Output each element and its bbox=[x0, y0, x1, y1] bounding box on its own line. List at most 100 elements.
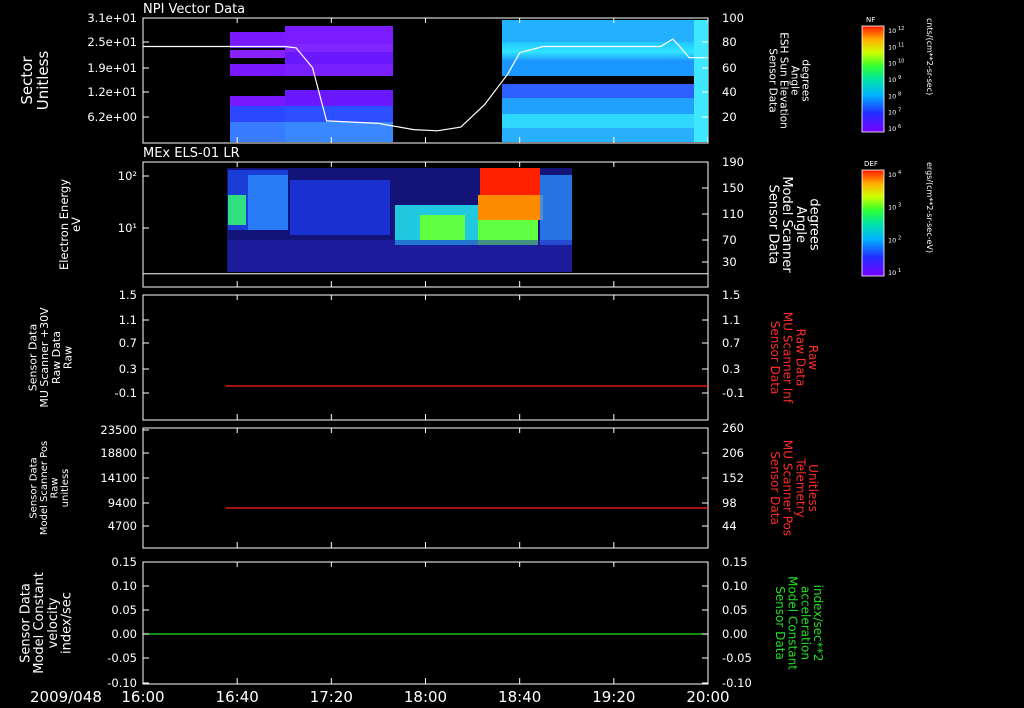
panel4-right-ytick-label: 206 bbox=[722, 446, 744, 460]
panel1-right-ytick-label: 100 bbox=[722, 11, 744, 25]
panel4-ytick-label: 4700 bbox=[108, 519, 137, 533]
panel3-right-label-line: MU Scanner Inf bbox=[781, 312, 795, 404]
colorbar-tick-label: 10 bbox=[888, 92, 896, 100]
panel3-ytick-label: 0.7 bbox=[119, 336, 137, 350]
panel5-right-ytick-label: 0.15 bbox=[722, 555, 748, 569]
panel5-right-ytick-label: 0.10 bbox=[722, 579, 748, 593]
panel4-ylabel-line: unitless bbox=[60, 469, 71, 508]
def-colorbar-unit: ergs/(cm**2-sr-sec-eV) bbox=[925, 162, 934, 253]
panel3-right-label-line: Raw bbox=[806, 345, 820, 370]
panel5-right-ytick-label: 0.05 bbox=[722, 603, 748, 617]
panel2-right-ytick-label: 190 bbox=[722, 155, 744, 169]
panel1-right-label-line: Sensor Data bbox=[766, 48, 778, 112]
colorbar-tick-label: 10 bbox=[888, 43, 896, 51]
panel5-right-label-line: Model Constant bbox=[786, 576, 800, 670]
panel5-right-label-line: acceleration bbox=[798, 586, 812, 660]
time-tick-label: 18:00 bbox=[404, 688, 447, 706]
space-physics-summary-plot: NPI Vector Data MEx ELS-01 LR 3.1e+012.5… bbox=[18, 2, 934, 706]
panel2-right-label-line: Angle bbox=[793, 206, 808, 243]
colorbar-tick-label: 10 bbox=[888, 27, 896, 35]
panel4-right-label-line: Unitless bbox=[806, 464, 820, 512]
npi-spectrogram bbox=[230, 20, 708, 142]
colorbar-tick-exponent: 8 bbox=[898, 91, 901, 97]
panel3-right-ytick-label: 0.7 bbox=[722, 336, 740, 350]
panel2-ytick-label: 10¹ bbox=[118, 221, 137, 235]
panel4-ytick-label: 14100 bbox=[100, 471, 137, 485]
colorbar-tick-label: 10 bbox=[888, 171, 896, 179]
time-tick-label: 18:40 bbox=[498, 688, 541, 706]
panel1-right-ytick-label: 40 bbox=[722, 85, 737, 99]
panel2-right-ytick-label: 110 bbox=[722, 207, 744, 221]
panel1-right-ytick-label: 20 bbox=[722, 110, 737, 124]
panel1-ylabel-line: Unitless bbox=[34, 51, 52, 111]
colorbar-tick-label: 10 bbox=[888, 125, 896, 133]
panel3-ylabel-line: Raw bbox=[61, 346, 74, 369]
panel3-right-ytick-label: 0.3 bbox=[722, 362, 740, 376]
panel3-right-ytick-label: 1.5 bbox=[722, 288, 740, 302]
panel4-frame bbox=[142, 427, 709, 549]
panel1-right-ytick-label: 80 bbox=[722, 35, 737, 49]
panel3-frame bbox=[142, 294, 709, 421]
panel5-ytick-label: 0.15 bbox=[111, 555, 137, 569]
panel2-right-label-line: degrees bbox=[806, 198, 821, 251]
panel4-ytick-label: 23500 bbox=[100, 423, 137, 437]
colorbar-tick-exponent: 6 bbox=[898, 124, 901, 130]
time-tick-label: 16:00 bbox=[121, 688, 164, 706]
colorbar-tick-exponent: 9 bbox=[898, 75, 901, 81]
colorbar-tick-exponent: 4 bbox=[898, 170, 901, 176]
panel4-ylabel-line: Sensor Data bbox=[28, 457, 39, 518]
date-label: 2009/048 bbox=[30, 688, 102, 706]
colorbar-tick-exponent: 10 bbox=[898, 59, 904, 65]
panel5-right-ytick-label: -0.05 bbox=[722, 651, 752, 665]
panel1-ytick-label: 3.1e+01 bbox=[87, 11, 137, 25]
colorbar-tick-label: 10 bbox=[888, 60, 896, 68]
time-axis-ticks: 16:00 16:40 17:20 18:00 18:40 19:20 20:00 bbox=[121, 688, 729, 706]
panel2-right-ytick-label: 30 bbox=[722, 255, 737, 269]
panel4-right-label-line: MU Scanner Pos bbox=[781, 440, 795, 536]
panel3-right-label-line: Sensor Data bbox=[768, 321, 782, 395]
panel2-ytick-label: 10² bbox=[118, 169, 137, 183]
panel5-ylabel-line: index/sec bbox=[59, 592, 74, 654]
panel4-right-ytick-label: 98 bbox=[722, 496, 737, 510]
panel3-ytick-label: 1.5 bbox=[119, 288, 137, 302]
panel3-ytick-label: 1.1 bbox=[119, 313, 137, 327]
colorbar-tick-exponent: 2 bbox=[898, 235, 901, 241]
panel1-right-label-line: ESH Sun Elevation bbox=[777, 32, 789, 129]
colorbar-tick-label: 10 bbox=[888, 204, 896, 212]
panel4-right-ytick-label: 152 bbox=[722, 471, 744, 485]
panel5-ytick-label: 0.00 bbox=[111, 627, 137, 641]
panel3-right-ytick-label: -0.1 bbox=[722, 386, 744, 400]
panel3-right-ytick-label: 1.1 bbox=[722, 313, 740, 327]
panel3-right-label-line: Raw Data bbox=[793, 329, 807, 387]
colorbar-tick-label: 10 bbox=[888, 109, 896, 117]
panel4-ylabel-line: Model Scanner Pos bbox=[39, 441, 50, 535]
panel4-ytick-label: 18800 bbox=[100, 446, 137, 460]
panel1-ytick-label: 2.5e+01 bbox=[87, 35, 137, 49]
colorbar-tick-label: 10 bbox=[888, 76, 896, 84]
panel3-ytick-label: -0.1 bbox=[115, 386, 137, 400]
panel2-title: MEx ELS-01 LR bbox=[143, 146, 240, 161]
panel2-right-label-line: Sensor Data bbox=[766, 185, 781, 265]
panel2-right-label-line: Model Scanner bbox=[779, 176, 794, 273]
time-tick-label: 17:20 bbox=[310, 688, 353, 706]
nf-colorbar-unit: cnts/(cm**2-sr-sec) bbox=[925, 18, 934, 95]
nf-colorbar-tag: NF bbox=[866, 16, 875, 24]
panel4-ytick-label: 9400 bbox=[108, 496, 137, 510]
colorbar-tick-exponent: 11 bbox=[898, 42, 904, 48]
panel1-right-label-line: Angle bbox=[789, 66, 801, 96]
colorbar-tick-exponent: 1 bbox=[898, 268, 901, 274]
colorbar-tick-exponent: 3 bbox=[898, 203, 901, 209]
panel3-ytick-label: 0.3 bbox=[119, 362, 137, 376]
panel1-ytick-label: 1.2e+01 bbox=[87, 85, 137, 99]
panel4-ylabel-line: Raw bbox=[49, 477, 60, 498]
time-tick-label: 19:20 bbox=[592, 688, 635, 706]
panel4-right-ytick-label: 44 bbox=[722, 519, 737, 533]
nf-colorbar: NF 10 1210 1110 1010 910 810 710 6 cnts/(cm**2-… bbox=[861, 16, 934, 133]
time-tick-label: 16:40 bbox=[216, 688, 259, 706]
colorbar-tick-label: 10 bbox=[888, 236, 896, 244]
def-colorbar-tag: DEF bbox=[864, 160, 878, 168]
panel5-frame bbox=[142, 561, 709, 685]
colorbar-tick-exponent: 7 bbox=[898, 108, 901, 114]
panel5-ytick-label: 0.10 bbox=[111, 579, 137, 593]
panel2-right-ytick-label: 70 bbox=[722, 233, 737, 247]
